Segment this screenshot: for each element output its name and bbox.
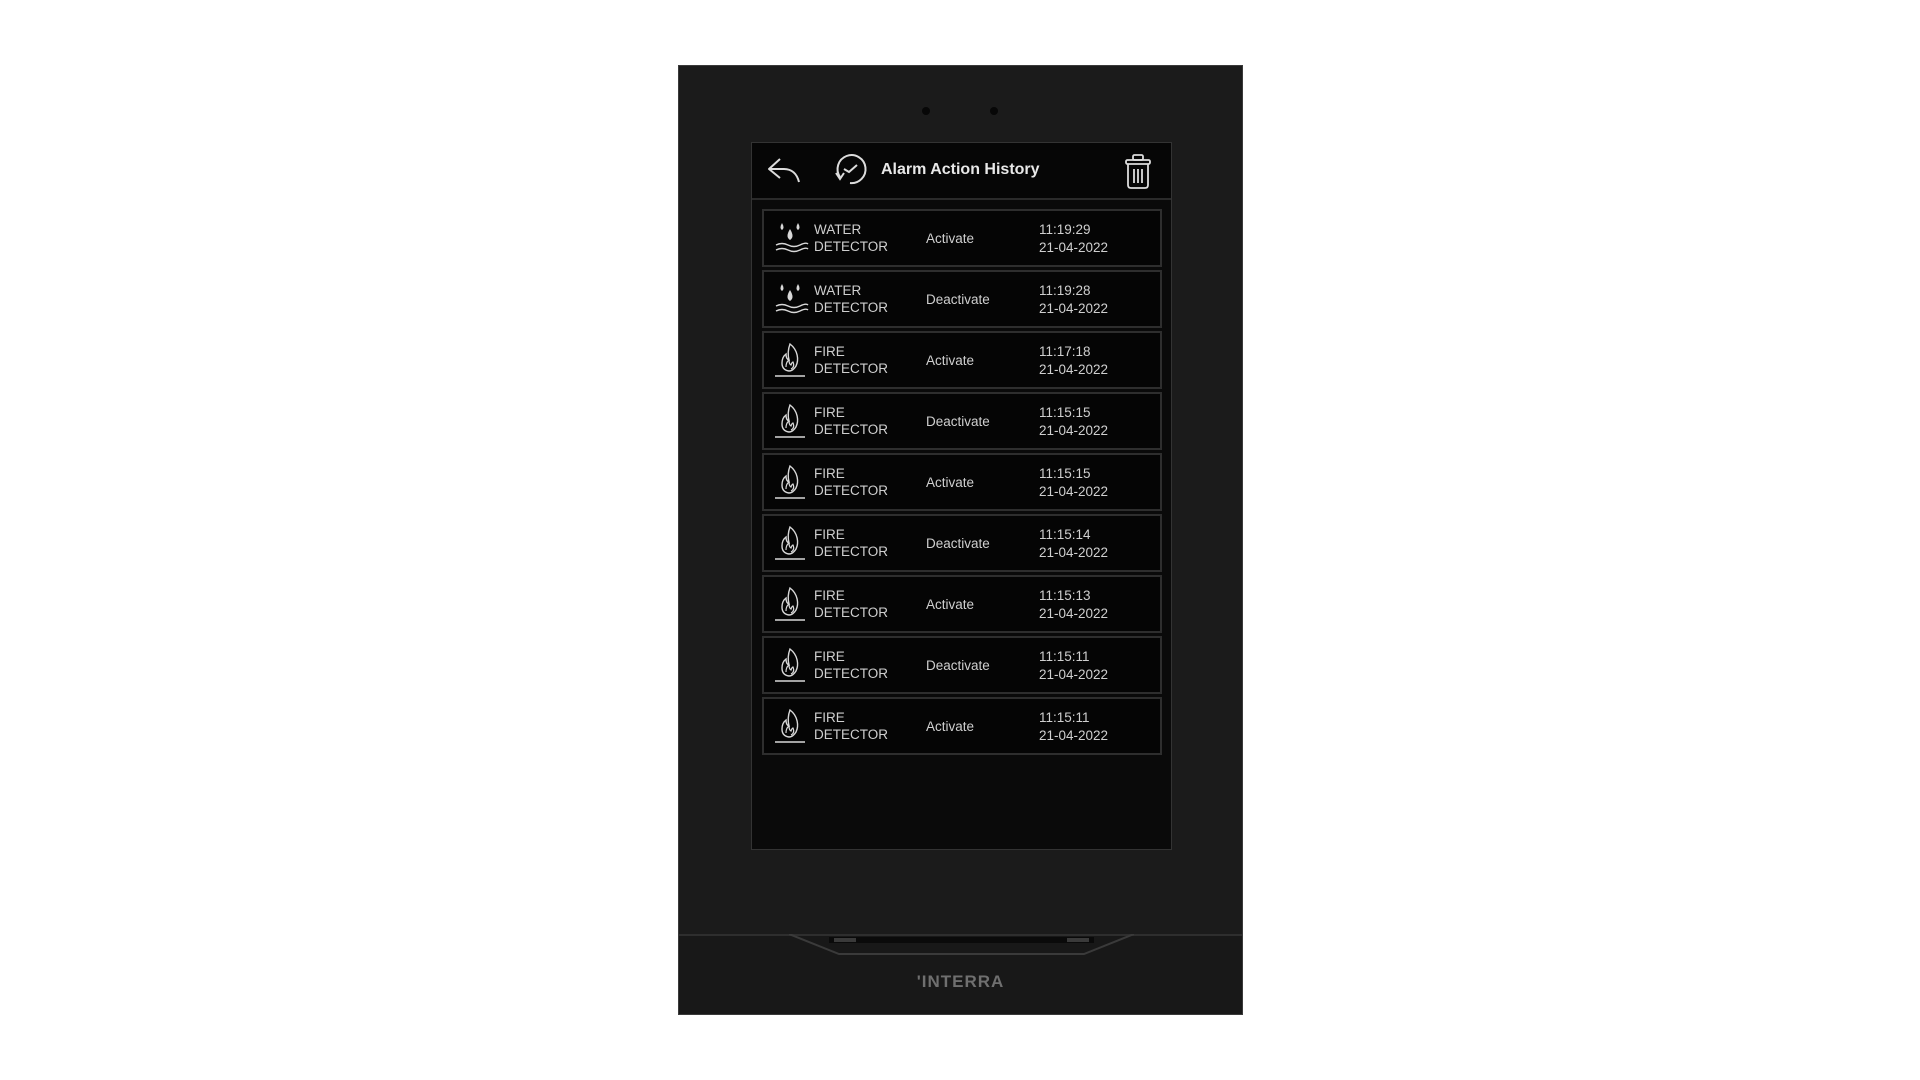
time-value: 11:19:29 <box>1039 222 1091 237</box>
history-row[interactable]: FIRE DETECTOR Deactivate 11:15:15 21-04-… <box>762 392 1162 450</box>
date-value: 21-04-2022 <box>1039 301 1109 316</box>
action-label: Activate <box>926 474 975 490</box>
action-label: Deactivate <box>926 535 990 551</box>
time-value: 11:19:28 <box>1039 283 1091 298</box>
action-label: Activate <box>926 230 975 246</box>
history-row[interactable]: FIRE DETECTOR Activate 11:15:13 21-04-20… <box>762 575 1162 633</box>
timestamp: 11:15:11 21-04-2022 <box>1039 709 1108 745</box>
timestamp: 11:15:15 21-04-2022 <box>1039 404 1108 440</box>
device-name: FIRE DETECTOR <box>814 344 889 376</box>
page-title: Alarm Action History <box>881 161 1040 178</box>
device-name: FIRE DETECTOR <box>814 710 889 742</box>
timestamp: 11:17:18 21-04-2022 <box>1039 343 1108 379</box>
brand-logo: 'INTERRA <box>916 972 1005 991</box>
fire-detector-icon <box>774 525 810 561</box>
device-name: FIRE DETECTOR <box>814 527 889 559</box>
action-label: Deactivate <box>926 657 990 673</box>
header-bar: Alarm Action History <box>752 143 1171 200</box>
touch-screen: Alarm Action History WATER DETECTOR Acti… <box>751 142 1172 850</box>
fire-detector-icon <box>774 403 810 439</box>
time-value: 11:15:14 <box>1039 527 1091 542</box>
history-row[interactable]: FIRE DETECTOR Deactivate 11:15:14 21-04-… <box>762 514 1162 572</box>
history-row[interactable]: FIRE DETECTOR Activate 11:15:15 21-04-20… <box>762 453 1162 511</box>
date-value: 21-04-2022 <box>1039 362 1109 377</box>
date-value: 21-04-2022 <box>1039 240 1109 255</box>
timestamp: 11:15:13 21-04-2022 <box>1039 587 1108 623</box>
date-value: 21-04-2022 <box>1039 667 1109 682</box>
time-value: 11:15:11 <box>1039 710 1090 725</box>
fire-detector-icon <box>774 586 810 622</box>
timestamp: 11:19:29 21-04-2022 <box>1039 221 1108 257</box>
timestamp: 11:15:14 21-04-2022 <box>1039 526 1108 562</box>
history-clock-icon <box>832 151 868 192</box>
fire-detector-icon <box>774 464 810 500</box>
fire-detector-icon <box>774 342 810 378</box>
device-name: WATER DETECTOR <box>814 222 889 254</box>
timestamp: 11:15:11 21-04-2022 <box>1039 648 1108 684</box>
date-value: 21-04-2022 <box>1039 606 1109 621</box>
device-name: FIRE DETECTOR <box>814 588 889 620</box>
history-row[interactable]: FIRE DETECTOR Deactivate 11:15:11 21-04-… <box>762 636 1162 694</box>
history-row[interactable]: WATER DETECTOR Activate 11:19:29 21-04-2… <box>762 209 1162 267</box>
fire-detector-icon <box>774 647 810 683</box>
device-name: FIRE DETECTOR <box>814 649 889 681</box>
action-label: Activate <box>926 596 975 612</box>
date-value: 21-04-2022 <box>1039 728 1109 743</box>
camera-sensor-left <box>922 107 930 115</box>
time-value: 11:17:18 <box>1039 344 1091 359</box>
water-detector-icon <box>774 220 810 256</box>
history-row[interactable]: FIRE DETECTOR Activate 11:17:18 21-04-20… <box>762 331 1162 389</box>
time-value: 11:15:15 <box>1039 466 1091 481</box>
action-label: Activate <box>926 718 975 734</box>
action-label: Activate <box>926 352 975 368</box>
camera-sensor-right <box>990 107 998 115</box>
action-label: Deactivate <box>926 291 990 307</box>
time-value: 11:15:13 <box>1039 588 1091 603</box>
time-value: 11:15:11 <box>1039 649 1090 664</box>
history-row[interactable]: FIRE DETECTOR Activate 11:15:11 21-04-20… <box>762 697 1162 755</box>
device-name: WATER DETECTOR <box>814 283 889 315</box>
water-detector-icon <box>774 281 810 317</box>
timestamp: 11:15:15 21-04-2022 <box>1039 465 1108 501</box>
history-row[interactable]: WATER DETECTOR Deactivate 11:19:28 21-04… <box>762 270 1162 328</box>
time-value: 11:15:15 <box>1039 405 1091 420</box>
bezel-slot <box>789 934 1134 955</box>
device-name: FIRE DETECTOR <box>814 466 889 498</box>
date-value: 21-04-2022 <box>1039 484 1109 499</box>
alarm-history-list: WATER DETECTOR Activate 11:19:29 21-04-2… <box>762 209 1162 758</box>
action-label: Deactivate <box>926 413 990 429</box>
back-arrow-icon[interactable] <box>766 155 802 190</box>
device-name: FIRE DETECTOR <box>814 405 889 437</box>
date-value: 21-04-2022 <box>1039 545 1109 560</box>
fire-detector-icon <box>774 708 810 744</box>
timestamp: 11:19:28 21-04-2022 <box>1039 282 1108 318</box>
trash-icon[interactable] <box>1122 152 1154 195</box>
date-value: 21-04-2022 <box>1039 423 1109 438</box>
device-bottom-bezel: 'INTERRA <box>679 934 1242 1014</box>
